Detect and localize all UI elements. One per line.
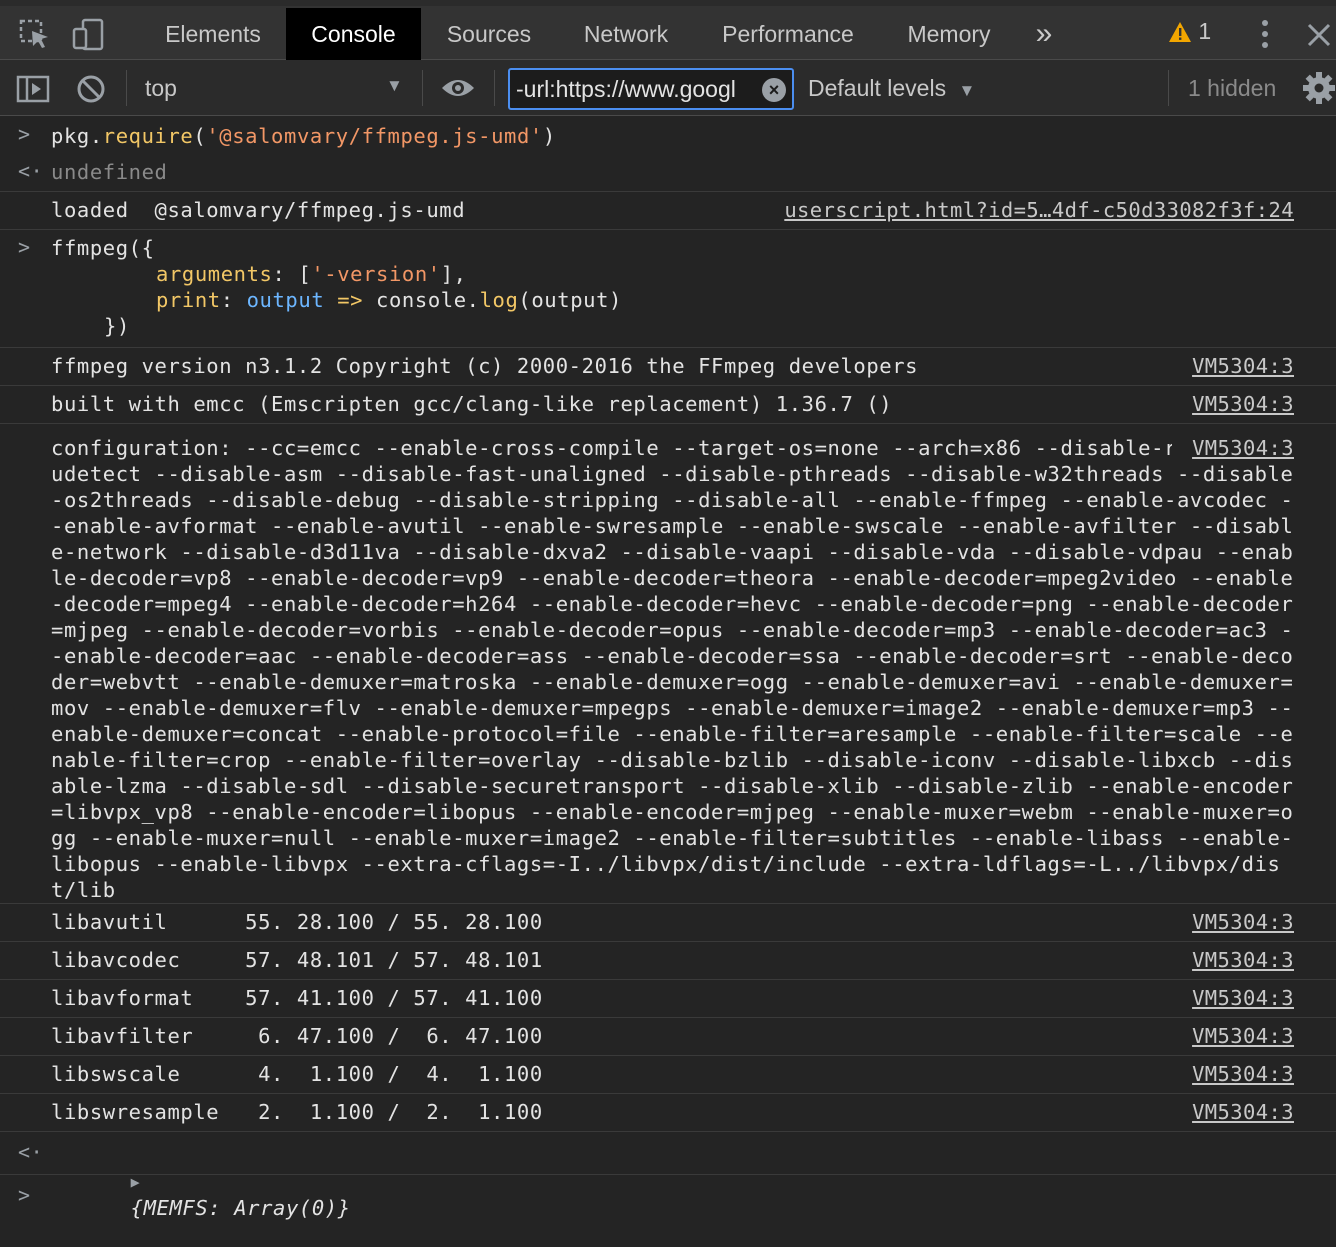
console-log-entry: built with emcc (Emscripten gcc/clang-li…	[0, 386, 1336, 424]
console-input-entry: > pkg.require('@salomvary/ffmpeg.js-umd'…	[0, 116, 1336, 154]
prompt-chevron-icon: >	[18, 1183, 31, 1207]
filter-box[interactable]: ×	[508, 68, 794, 110]
console-log-entry: libavutil 55. 28.100 / 55. 28.100 VM5304…	[0, 904, 1336, 942]
console-log-entry: libswscale 4. 1.100 / 4. 1.100 VM5304:3	[0, 1056, 1336, 1094]
console-log-entry: libswresample 2. 1.100 / 2. 1.100 VM5304…	[0, 1094, 1336, 1132]
close-icon[interactable]	[1304, 20, 1334, 50]
code-token: )	[542, 124, 556, 148]
code-token: console.	[376, 288, 480, 312]
log-levels-label: Default levels	[808, 75, 947, 101]
console-input-entry: > ffmpeg({ arguments: ['-version'], prin…	[0, 230, 1336, 348]
tab-elements[interactable]: Elements	[142, 8, 284, 60]
code-string: '@salomvary/ffmpeg.js-umd'	[206, 124, 543, 148]
clear-filter-icon[interactable]: ×	[762, 78, 786, 102]
chevron-down-icon: ▼	[958, 81, 976, 100]
tab-performance[interactable]: Performance	[700, 8, 876, 60]
toolbar-divider	[1168, 70, 1169, 106]
show-sidebar-icon[interactable]	[16, 75, 50, 108]
log-text: libavcodec 57. 48.101 / 57. 48.101	[51, 948, 543, 972]
code-string: '-version'	[311, 262, 441, 286]
device-toolbar-icon[interactable]	[72, 18, 106, 52]
log-text: ffmpeg version n3.1.2 Copyright (c) 2000…	[51, 354, 919, 378]
clear-console-icon[interactable]	[76, 74, 106, 109]
console-result-entry: <· undefined	[0, 154, 1336, 192]
input-chevron-icon: >	[18, 122, 31, 146]
source-link[interactable]: VM5304:3	[1192, 353, 1294, 379]
devtools-tab-bar: Elements Console Sources Network Perform…	[0, 0, 1336, 60]
console-log-entry: libavfilter 6. 47.100 / 6. 47.100 VM5304…	[0, 1018, 1336, 1056]
console-prompt[interactable]: >	[0, 1175, 1336, 1219]
log-text: libswscale 4. 1.100 / 4. 1.100	[51, 1062, 543, 1086]
source-link[interactable]: VM5304:3	[1172, 435, 1294, 461]
code-token: output	[246, 288, 325, 312]
log-text: configuration: --cc=emcc --enable-cross-…	[51, 436, 1294, 902]
warnings-counter[interactable]: 1	[1168, 18, 1211, 48]
console-log-entry: configuration: --cc=emcc --enable-cross-…	[0, 424, 1336, 904]
code-token: require	[102, 124, 194, 148]
log-text: libavutil 55. 28.100 / 55. 28.100	[51, 910, 543, 934]
code-token: print	[156, 288, 221, 312]
filter-input[interactable]	[516, 74, 760, 104]
source-link[interactable]: userscript.html?id=5…4df-c50d33082f3f:24	[784, 197, 1294, 223]
inspect-element-icon[interactable]	[18, 18, 52, 52]
code-line: ffmpeg({	[51, 236, 155, 260]
toolbar-divider	[126, 70, 127, 106]
code-token: : [	[272, 262, 312, 286]
code-token: =>	[324, 288, 377, 312]
hidden-messages-count[interactable]: 1 hidden	[1188, 72, 1276, 104]
code-token: (	[193, 124, 207, 148]
warning-icon	[1168, 18, 1192, 44]
code-token: log	[479, 288, 519, 312]
input-chevron-icon: >	[18, 235, 31, 259]
eye-icon[interactable]	[440, 75, 476, 106]
source-link[interactable]: VM5304:3	[1192, 947, 1294, 973]
warning-count: 1	[1198, 18, 1212, 44]
tab-sources[interactable]: Sources	[424, 8, 554, 60]
log-levels-dropdown[interactable]: Default levels ▼	[808, 72, 975, 107]
code-token: pkg.	[51, 124, 103, 148]
log-text: built with emcc (Emscripten gcc/clang-li…	[51, 392, 893, 416]
console-result-entry: <· ▶ {MEMFS: Array(0)}	[0, 1132, 1336, 1220]
console-log-entry: libavcodec 57. 48.101 / 57. 48.101 VM530…	[0, 942, 1336, 980]
source-link[interactable]: VM5304:3	[1192, 391, 1294, 417]
tab-console[interactable]: Console	[286, 8, 421, 60]
toolbar-divider	[494, 70, 495, 106]
log-text: libswresample 2. 1.100 / 2. 1.100	[51, 1100, 543, 1124]
gear-icon[interactable]	[1302, 71, 1336, 105]
toolbar-divider	[422, 70, 423, 106]
log-text: libavformat 57. 41.100 / 57. 41.100	[51, 986, 543, 1010]
source-link[interactable]: VM5304:3	[1192, 909, 1294, 935]
tab-network[interactable]: Network	[560, 8, 692, 60]
console-toolbar: top ▼ × Default levels ▼ 1 hidden	[0, 60, 1336, 116]
source-link[interactable]: VM5304:3	[1192, 1099, 1294, 1125]
code-token: arguments	[156, 262, 273, 286]
source-link[interactable]: VM5304:3	[1192, 1023, 1294, 1049]
console-log-entry: libavformat 57. 41.100 / 57. 41.100 VM53…	[0, 980, 1336, 1018]
console-messages: > pkg.require('@salomvary/ffmpeg.js-umd'…	[0, 116, 1336, 1220]
code-token: :	[220, 288, 247, 312]
top-edge	[0, 0, 1336, 6]
source-link[interactable]: VM5304:3	[1192, 985, 1294, 1011]
code-token: (output)	[518, 288, 622, 312]
log-text: libavfilter 6. 47.100 / 6. 47.100	[51, 1024, 543, 1048]
console-log-entry: loaded @salomvary/ffmpeg.js-umd userscri…	[0, 192, 1336, 230]
code-token: ],	[440, 262, 467, 286]
result-value: undefined	[51, 160, 168, 184]
more-tabs-button[interactable]: »	[1022, 8, 1066, 60]
code-line: })	[104, 314, 130, 338]
tab-memory[interactable]: Memory	[886, 8, 1012, 60]
context-select[interactable]: top	[145, 72, 177, 104]
context-dropdown-arrow[interactable]: ▼	[386, 76, 403, 96]
source-link[interactable]: VM5304:3	[1192, 1061, 1294, 1087]
result-arrow-icon: <·	[18, 159, 44, 183]
console-log-entry: ffmpeg version n3.1.2 Copyright (c) 2000…	[0, 348, 1336, 386]
result-arrow-icon: <·	[18, 1140, 44, 1164]
more-options-icon[interactable]	[1250, 18, 1280, 50]
